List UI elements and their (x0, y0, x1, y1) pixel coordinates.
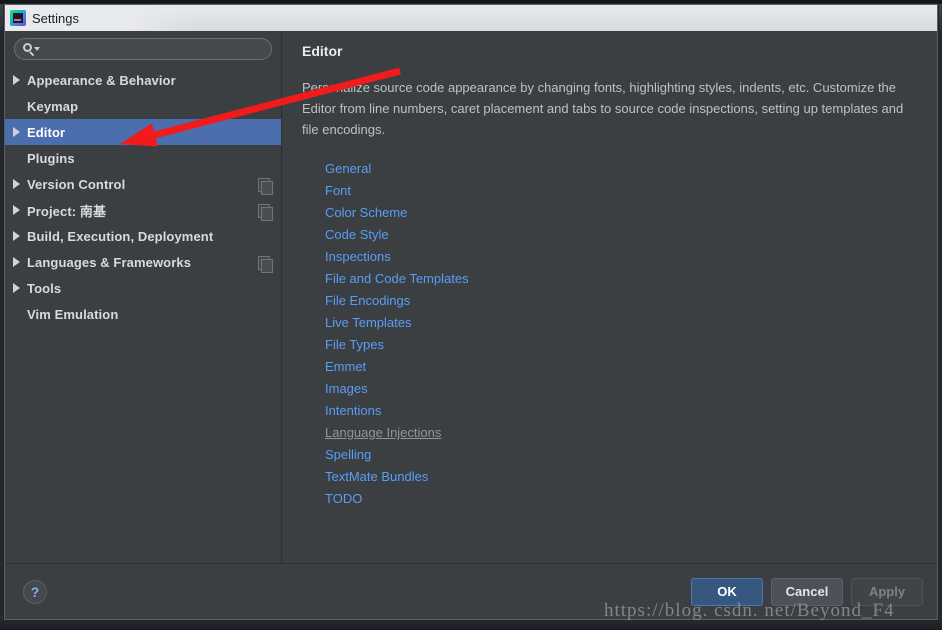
expand-triangle-icon[interactable] (5, 283, 27, 293)
settings-sidebar: Appearance & Behavior Keymap Editor Plugins… (5, 31, 282, 563)
link-emmet[interactable]: Emmet (325, 356, 366, 378)
dialog-body: Appearance & Behavior Keymap Editor Plugins… (5, 31, 937, 563)
expand-triangle-icon[interactable] (5, 231, 27, 241)
dialog-titlebar: Settings (5, 5, 937, 31)
settings-dialog: Settings Appearance & Behavior Keymap Edit (4, 4, 938, 620)
link-code-style[interactable]: Code Style (325, 224, 389, 246)
search-icon (23, 43, 41, 57)
sidebar-item-label: Project: 南基 (27, 203, 107, 219)
search-box[interactable] (14, 38, 272, 60)
page-description: Personalize source code appearance by ch… (302, 80, 904, 137)
copy-settings-icon[interactable] (258, 177, 273, 195)
sidebar-item-build-execution-deployment[interactable]: Build, Execution, Deployment (5, 223, 281, 249)
link-images[interactable]: Images (325, 378, 368, 400)
screen: x Settings (0, 0, 942, 630)
sidebar-item-label: Tools (27, 280, 62, 296)
intellij-logo-icon (10, 10, 26, 26)
settings-tree: Appearance & Behavior Keymap Editor Plugins… (5, 65, 281, 563)
dialog-title: Settings (32, 10, 79, 26)
copy-settings-icon[interactable] (258, 255, 273, 273)
link-spelling[interactable]: Spelling (325, 444, 371, 466)
expand-triangle-icon[interactable] (5, 205, 27, 215)
footer-button-group: OK Cancel Apply (691, 577, 923, 606)
link-font[interactable]: Font (325, 180, 351, 202)
link-language-injections[interactable]: Language Injections (325, 422, 441, 444)
sidebar-item-label: Build, Execution, Deployment (27, 228, 214, 244)
link-file-and-code-templates[interactable]: File and Code Templates (325, 268, 469, 290)
expand-triangle-icon[interactable] (5, 127, 27, 137)
settings-content-panel: Editor Personalize source code appearanc… (282, 31, 937, 563)
link-intentions[interactable]: Intentions (325, 400, 381, 422)
sidebar-item-vim-emulation[interactable]: Vim Emulation (5, 301, 281, 327)
sidebar-item-label: Keymap (27, 98, 79, 114)
link-todo[interactable]: TODO (325, 488, 362, 510)
expand-triangle-icon[interactable] (5, 257, 27, 267)
search-input[interactable] (41, 40, 271, 58)
link-textmate-bundles[interactable]: TextMate Bundles (325, 466, 428, 488)
sidebar-item-appearance-behavior[interactable]: Appearance & Behavior (5, 67, 281, 93)
link-general[interactable]: General (325, 158, 371, 180)
sidebar-item-languages-frameworks[interactable]: Languages & Frameworks (5, 249, 281, 275)
ok-button[interactable]: OK (691, 577, 763, 606)
sidebar-item-plugins[interactable]: Plugins (5, 145, 281, 171)
sidebar-item-tools[interactable]: Tools (5, 275, 281, 301)
copy-settings-icon[interactable] (258, 203, 273, 221)
apply-button: Apply (851, 577, 923, 606)
help-button[interactable]: ? (23, 579, 47, 604)
link-inspections[interactable]: Inspections (325, 246, 391, 268)
search-container (5, 31, 281, 65)
sidebar-item-version-control[interactable]: Version Control (5, 171, 281, 197)
sidebar-item-label: Appearance & Behavior (27, 72, 176, 88)
expand-triangle-icon[interactable] (5, 179, 27, 189)
editor-subpage-links: General Font Color Scheme Code Style Inspect… (302, 158, 921, 510)
sidebar-item-label: Vim Emulation (27, 306, 119, 322)
sidebar-item-project[interactable]: Project: 南基 (5, 197, 281, 223)
sidebar-item-label: Version Control (27, 176, 126, 192)
page-title: Editor (302, 43, 343, 59)
sidebar-item-keymap[interactable]: Keymap (5, 93, 281, 119)
dialog-footer: ? OK Cancel Apply (5, 563, 937, 619)
sidebar-item-editor[interactable]: Editor (5, 119, 281, 145)
sidebar-item-label: Plugins (27, 150, 75, 166)
link-file-types[interactable]: File Types (325, 334, 384, 356)
sidebar-item-label: Languages & Frameworks (27, 254, 192, 270)
link-file-encodings[interactable]: File Encodings (325, 290, 410, 312)
sidebar-item-label: Editor (27, 124, 66, 140)
cancel-button[interactable]: Cancel (771, 577, 843, 606)
expand-triangle-icon[interactable] (5, 75, 27, 85)
link-live-templates[interactable]: Live Templates (325, 312, 411, 334)
link-color-scheme[interactable]: Color Scheme (325, 202, 407, 224)
